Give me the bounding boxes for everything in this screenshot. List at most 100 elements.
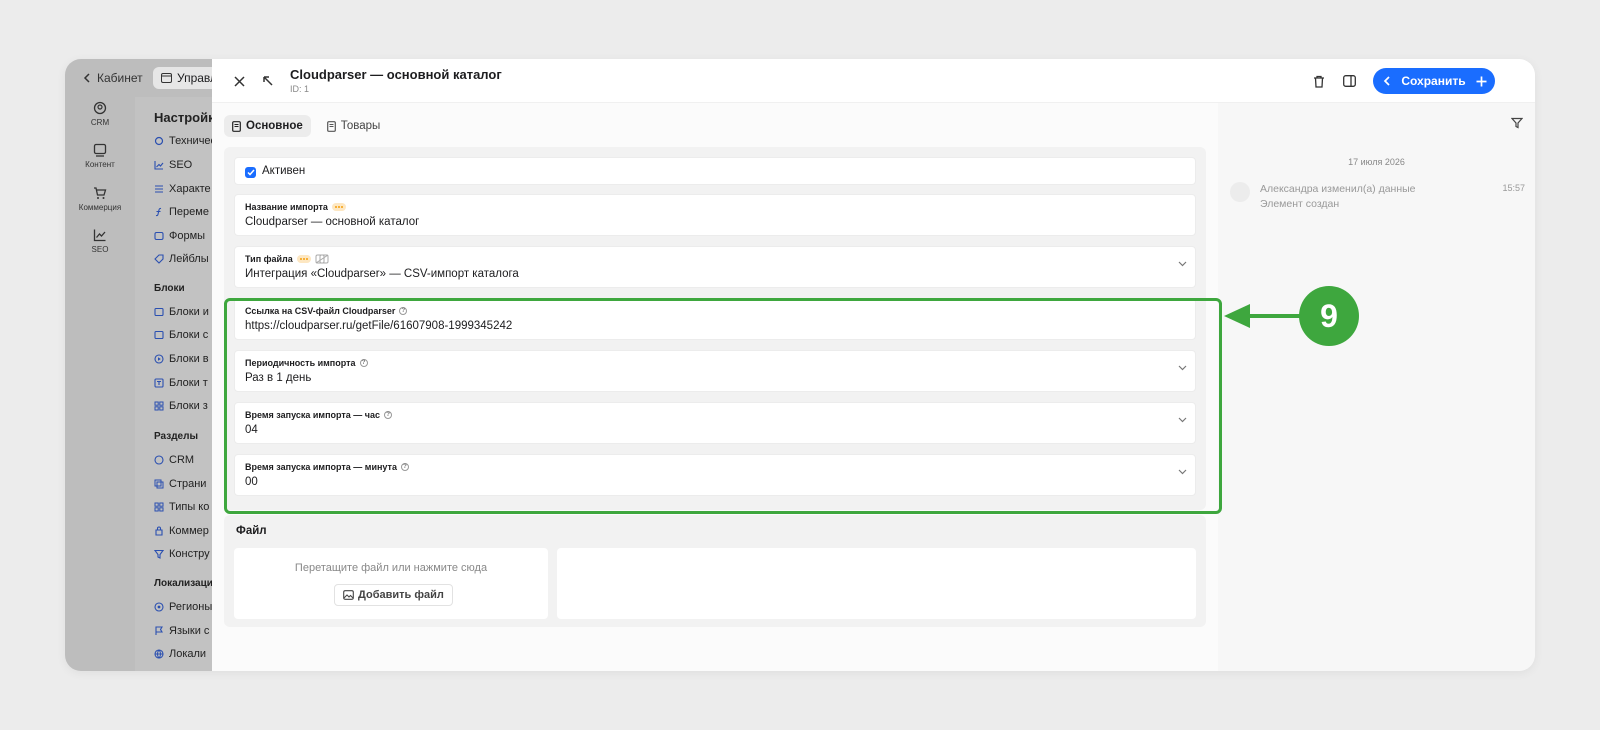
nav-item-label: Формы	[169, 230, 206, 242]
annotation-highlight	[224, 298, 1222, 514]
content-icon	[93, 143, 107, 157]
filter-icon[interactable]	[1511, 117, 1523, 129]
rail-item-label: Контент	[85, 160, 115, 169]
label-text: Название импорта	[245, 202, 328, 212]
back-link-label: Кабинет	[97, 71, 143, 85]
nav-item-blocks-1[interactable]: Блоки и	[154, 306, 209, 318]
chevron-left-icon	[1383, 76, 1390, 86]
nav-item-label: Регионы	[169, 601, 213, 613]
save-button-label: Сохранить	[1401, 74, 1466, 88]
list-icon	[155, 185, 163, 193]
tab-main[interactable]: Основное	[224, 115, 311, 137]
nav-item-label: Коммер	[169, 525, 209, 537]
rail-item-label: Коммерция	[78, 203, 122, 212]
nav-item-blocks-4[interactable]: Блоки т	[154, 377, 208, 389]
nav-item-blocks-5[interactable]: Блоки з	[154, 400, 208, 412]
form-icon	[154, 231, 164, 241]
import-name-field[interactable]: Название импорта Cloudparser — основной …	[234, 194, 1196, 236]
check-icon	[246, 169, 255, 176]
nav-item-seo[interactable]: SEO	[154, 159, 192, 171]
nav-item-label: SEO	[169, 159, 193, 171]
split-view-button[interactable]	[1340, 72, 1358, 90]
nav-item-label: Блоки с	[169, 329, 209, 341]
nav-item-variables[interactable]: Переме	[154, 206, 209, 218]
nav-item-label: CRM	[169, 454, 195, 466]
nav-item-label: Переме	[169, 206, 209, 218]
nav-item-label: Блоки и	[169, 306, 209, 318]
nav-section-sections: Разделы	[154, 431, 198, 442]
file-type-value: Интеграция «Cloudparser» — CSV-импорт ка…	[245, 268, 519, 280]
active-toggle-field[interactable]: Активен	[234, 157, 1196, 185]
ai-dots-icon	[331, 203, 346, 211]
nav-item-label: Блоки в	[169, 353, 209, 365]
nav-item-content-types[interactable]: Типы ко	[154, 501, 209, 513]
chevron-down-icon	[1178, 261, 1187, 267]
nav-item-commerce[interactable]: Коммер	[154, 525, 209, 537]
active-checkbox[interactable]	[245, 167, 256, 178]
document-icon	[326, 120, 336, 132]
rail-item-content[interactable]: Контент	[65, 143, 135, 169]
rail-item-crm[interactable]: CRM	[65, 101, 135, 127]
delete-button[interactable]	[1310, 72, 1328, 90]
nav-item-label: Характе	[169, 183, 211, 195]
tab-products[interactable]: Товары	[319, 115, 389, 137]
gear-icon	[154, 136, 164, 146]
history-entry-text: Александра изменил(а) данные	[1260, 183, 1416, 195]
nav-item-label: Лейблы	[169, 253, 209, 265]
ai-dots-icon	[296, 255, 311, 263]
nav-section-blocks: Блоки	[154, 283, 185, 294]
import-name-value: Cloudparser — основной каталог	[245, 216, 420, 228]
nav-item-crm[interactable]: CRM	[154, 454, 194, 466]
label-text: Тип файла	[245, 254, 293, 264]
plus-icon	[1476, 76, 1487, 86]
nav-item-label: Констру	[169, 548, 210, 560]
import-name-label: Название импорта	[245, 202, 346, 212]
close-button[interactable]	[230, 72, 248, 90]
nav-item-technical[interactable]: Техничес	[154, 135, 216, 147]
icon-rail: CRM Контент Коммерция SEO	[65, 97, 135, 671]
avatar	[1230, 182, 1250, 202]
file-dropzone[interactable]: Перетащите файл или нажмите сюда Добавит…	[234, 548, 548, 619]
nav-item-characteristics[interactable]: Характе	[154, 183, 211, 195]
nav-title: Настройк	[154, 110, 215, 125]
document-icon	[232, 120, 241, 132]
add-file-label: Добавить файл	[358, 589, 444, 601]
tab-label: Товары	[340, 120, 381, 132]
nav-item-pages[interactable]: Страни	[154, 478, 206, 490]
filter-icon	[154, 549, 164, 559]
add-file-button[interactable]: Добавить файл	[334, 584, 453, 606]
nav-item-label: Блоки з	[169, 400, 208, 412]
record-id: ID: 1	[290, 84, 310, 94]
rail-item-seo[interactable]: SEO	[65, 228, 135, 254]
grid-icon	[154, 502, 164, 512]
nav-item-blocks-3[interactable]: Блоки в	[154, 353, 209, 365]
history-time: 15:57	[1502, 183, 1525, 193]
drawer-header: Cloudparser — основной каталог ID: 1 Сох…	[212, 59, 1535, 103]
rail-item-commerce[interactable]: Коммерция	[65, 186, 135, 212]
nav-item-label: Блоки т	[169, 377, 208, 389]
annotation-arrow-icon	[1224, 304, 1302, 328]
no-translate-icon	[315, 254, 329, 264]
nav-item-constructor[interactable]: Констру	[154, 548, 210, 560]
file-type-select[interactable]: Тип файла Интеграция «Cloudparser» — CSV…	[234, 246, 1196, 288]
nav-item-regions[interactable]: Регионы	[154, 601, 212, 613]
location-icon	[154, 602, 164, 612]
file-panel: Файл Перетащите файл или нажмите сюда До…	[224, 515, 1206, 627]
trash-icon	[1314, 75, 1324, 88]
image-icon	[154, 307, 164, 317]
chart-icon	[93, 229, 106, 242]
function-icon	[155, 207, 162, 217]
save-button[interactable]: Сохранить	[1373, 68, 1495, 94]
file-type-label: Тип файла	[245, 254, 329, 264]
nav-item-blocks-2[interactable]: Блоки с	[154, 329, 208, 341]
nav-item-labels[interactable]: Лейблы	[154, 253, 209, 265]
collapse-button[interactable]	[259, 72, 277, 90]
back-link[interactable]: Кабинет	[83, 71, 143, 85]
nav-item-locales[interactable]: Локали	[154, 648, 206, 660]
nav-item-forms[interactable]: Формы	[154, 230, 205, 242]
nav-item-languages[interactable]: Языки с	[154, 625, 209, 637]
tag-icon	[154, 254, 164, 264]
drop-hint: Перетащите файл или нажмите сюда	[294, 562, 488, 574]
crm-icon	[93, 101, 107, 115]
history-entry-subtext: Элемент создан	[1260, 198, 1340, 210]
